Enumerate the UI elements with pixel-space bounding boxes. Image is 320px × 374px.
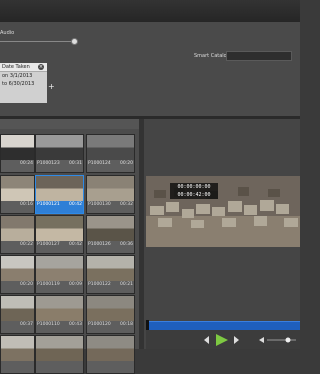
clip-thumbnail[interactable]: P1000121 00:42 <box>35 175 84 214</box>
clip-duration: 00:36 <box>120 242 133 247</box>
timecode-current: 00:00:00:00 <box>177 184 211 190</box>
clip-caption <box>87 361 134 373</box>
clip-duration: 00:22 <box>20 242 33 247</box>
clip-duration: 00:43 <box>69 322 82 327</box>
clip-duration: 00:42 <box>69 242 82 247</box>
clip-preview <box>1 216 34 241</box>
clip-thumbnail[interactable] <box>86 335 135 374</box>
next-icon <box>234 336 239 344</box>
close-icon[interactable]: × <box>38 64 44 70</box>
clip-name: P1000121 <box>37 202 60 207</box>
clip-duration: 00:09 <box>69 282 82 287</box>
clip-thumbnail[interactable]: 00:22 <box>0 215 35 254</box>
audio-slider-knob[interactable] <box>71 38 78 45</box>
clip-name: P1000124 <box>88 161 111 166</box>
clip-thumbnail[interactable]: 00:20 <box>0 255 35 294</box>
clip-preview <box>36 296 83 321</box>
clip-name: P1000110 <box>37 322 60 327</box>
audio-slider-track[interactable] <box>0 41 74 42</box>
clip-duration: 00:32 <box>120 202 133 207</box>
clip-duration: 00:18 <box>120 322 133 327</box>
clip-name: P1000126 <box>88 242 111 247</box>
play-icon <box>216 334 228 346</box>
clip-duration: 00:37 <box>20 322 33 327</box>
clip-preview <box>1 296 34 321</box>
clip-preview <box>36 176 83 201</box>
clip-preview <box>87 135 134 160</box>
clip-thumbnail[interactable] <box>0 335 35 374</box>
clip-name: P1000120 <box>88 322 111 327</box>
clip-preview <box>36 216 83 241</box>
date-from[interactable]: on 3/1/2013 <box>2 73 32 79</box>
add-filter-icon[interactable]: + <box>48 82 55 91</box>
playhead[interactable] <box>146 320 149 330</box>
controls-icons <box>204 334 296 346</box>
clip-caption <box>1 361 34 373</box>
clip-duration: 00:16 <box>20 202 33 207</box>
clip-caption <box>36 361 83 373</box>
clip-preview <box>36 135 83 160</box>
volume-icon <box>259 337 264 343</box>
clip-name: P1000127 <box>37 242 60 247</box>
clip-name: P1000122 <box>88 282 111 287</box>
clip-preview <box>1 176 34 201</box>
audio-label: Audio <box>0 30 15 36</box>
clip-duration: 00:21 <box>120 282 133 287</box>
clip-thumbnail[interactable]: P1000120 00:18 <box>86 295 135 334</box>
clip-preview <box>87 256 134 281</box>
previous-icon <box>204 336 209 344</box>
timecode-display: 00:00:00:00 00:00:42:00 <box>170 183 218 199</box>
title-bar <box>0 0 300 23</box>
clip-preview <box>1 135 34 160</box>
smart-catalog-label: Smart Catalog <box>194 53 230 59</box>
clip-duration: 00:24 <box>20 161 33 166</box>
smart-catalog-input[interactable] <box>226 51 292 61</box>
browser-header <box>0 119 139 129</box>
playback-controls <box>146 330 300 349</box>
clip-thumbnail[interactable]: 00:24 <box>0 134 35 173</box>
date-to[interactable]: to 6/30/2013 <box>2 81 34 87</box>
clip-thumbnail[interactable]: 00:16 <box>0 175 35 214</box>
clip-name: P1000119 <box>37 282 60 287</box>
clip-preview <box>87 176 134 201</box>
clip-duration: 00:31 <box>69 161 82 166</box>
clip-thumbnail[interactable]: P1000126 00:36 <box>86 215 135 254</box>
clip-preview <box>36 256 83 281</box>
volume-knob <box>285 337 291 343</box>
clip-name: P1000123 <box>37 161 60 166</box>
clip-thumbnail[interactable]: P1000123 00:31 <box>35 134 84 173</box>
clip-thumbnail[interactable]: P1000127 00:42 <box>35 215 84 254</box>
clip-duration: 00:20 <box>20 282 33 287</box>
clip-thumbnail[interactable]: 00:37 <box>0 295 35 334</box>
clip-thumbnail[interactable]: P1000124 00:20 <box>86 134 135 173</box>
date-filter-title: Date Taken <box>2 64 30 70</box>
clip-name: P1000130 <box>88 202 111 207</box>
clip-preview <box>1 256 34 281</box>
clip-duration: 00:42 <box>69 202 82 207</box>
timeline-scrubber[interactable] <box>146 321 300 330</box>
clip-thumbnail[interactable]: P1000122 00:21 <box>86 255 135 294</box>
timecode-duration: 00:00:42:00 <box>177 192 211 198</box>
clip-thumbnail[interactable]: P1000130 00:32 <box>86 175 135 214</box>
clip-thumbnail[interactable]: P1000110 00:43 <box>35 295 84 334</box>
clip-preview <box>87 296 134 321</box>
clip-thumbnail[interactable] <box>35 335 84 374</box>
clip-thumbnail[interactable]: P1000119 00:09 <box>35 255 84 294</box>
clip-preview <box>87 216 134 241</box>
clip-duration: 00:20 <box>120 161 133 166</box>
